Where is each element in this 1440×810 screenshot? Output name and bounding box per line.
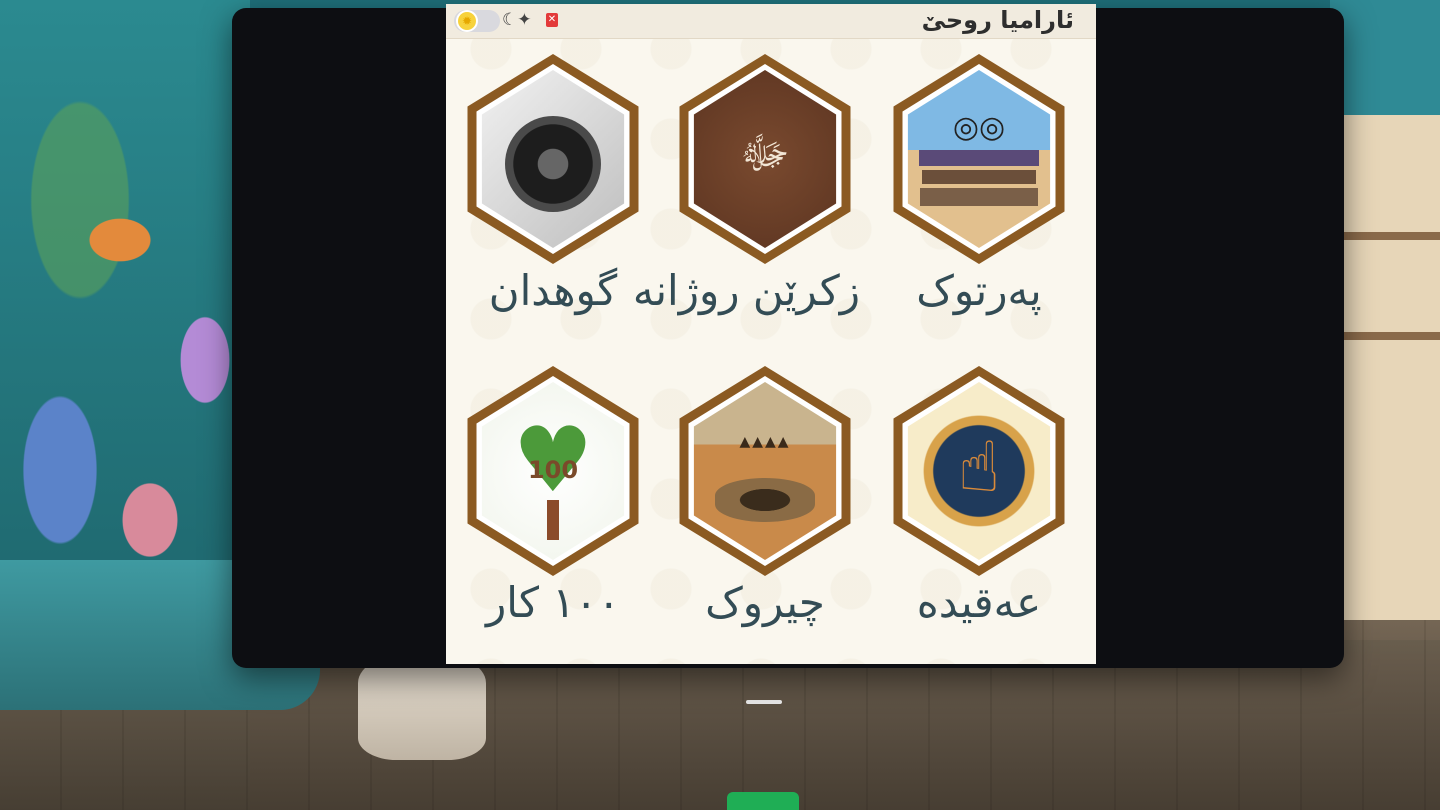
tile-aqidah[interactable]: ☝ عەقیدە <box>884 366 1074 627</box>
tile-100-deeds[interactable]: ♥ 100 ١٠٠ کار <box>458 366 648 627</box>
tile-label: چیروک <box>705 578 825 627</box>
tile-books[interactable]: ◎◎ پەرتوک <box>884 54 1074 315</box>
trash-icon[interactable]: ✕ <box>546 13 558 27</box>
app-screen: ✹ ☾✦ ✕ ئارامیا روحێ ◎◎ پەرتوک ﷻ زکرێن رو… <box>446 4 1096 664</box>
tile-stories[interactable]: ▲▲▲▲ چیروک <box>670 366 860 627</box>
bookshelf-decor <box>1330 0 1440 640</box>
tile-label: زکرێن روژانه <box>632 266 860 315</box>
window-grab-handle[interactable] <box>746 700 782 704</box>
tile-daily-dhikr[interactable]: ﷻ زکرێن روژانه <box>632 54 860 315</box>
tile-label: ١٠٠ کار <box>485 578 621 627</box>
tile-label: عەقیدە <box>916 578 1042 627</box>
title-bar: ✹ ☾✦ ✕ ئارامیا روحێ <box>446 4 1096 39</box>
app-title: ئارامیا روحێ <box>921 6 1074 34</box>
tile-label: پەرتوک <box>916 266 1042 315</box>
tile-listening[interactable]: گوهدان <box>458 54 648 315</box>
tile-label: گوهدان <box>488 266 618 315</box>
theme-toggle[interactable]: ✹ <box>454 10 500 32</box>
bottom-action-button[interactable] <box>727 792 799 810</box>
moon-star-icon[interactable]: ☾✦ <box>502 10 531 30</box>
sun-icon: ✹ <box>458 12 476 30</box>
tree-badge-text: 100 <box>527 456 579 484</box>
